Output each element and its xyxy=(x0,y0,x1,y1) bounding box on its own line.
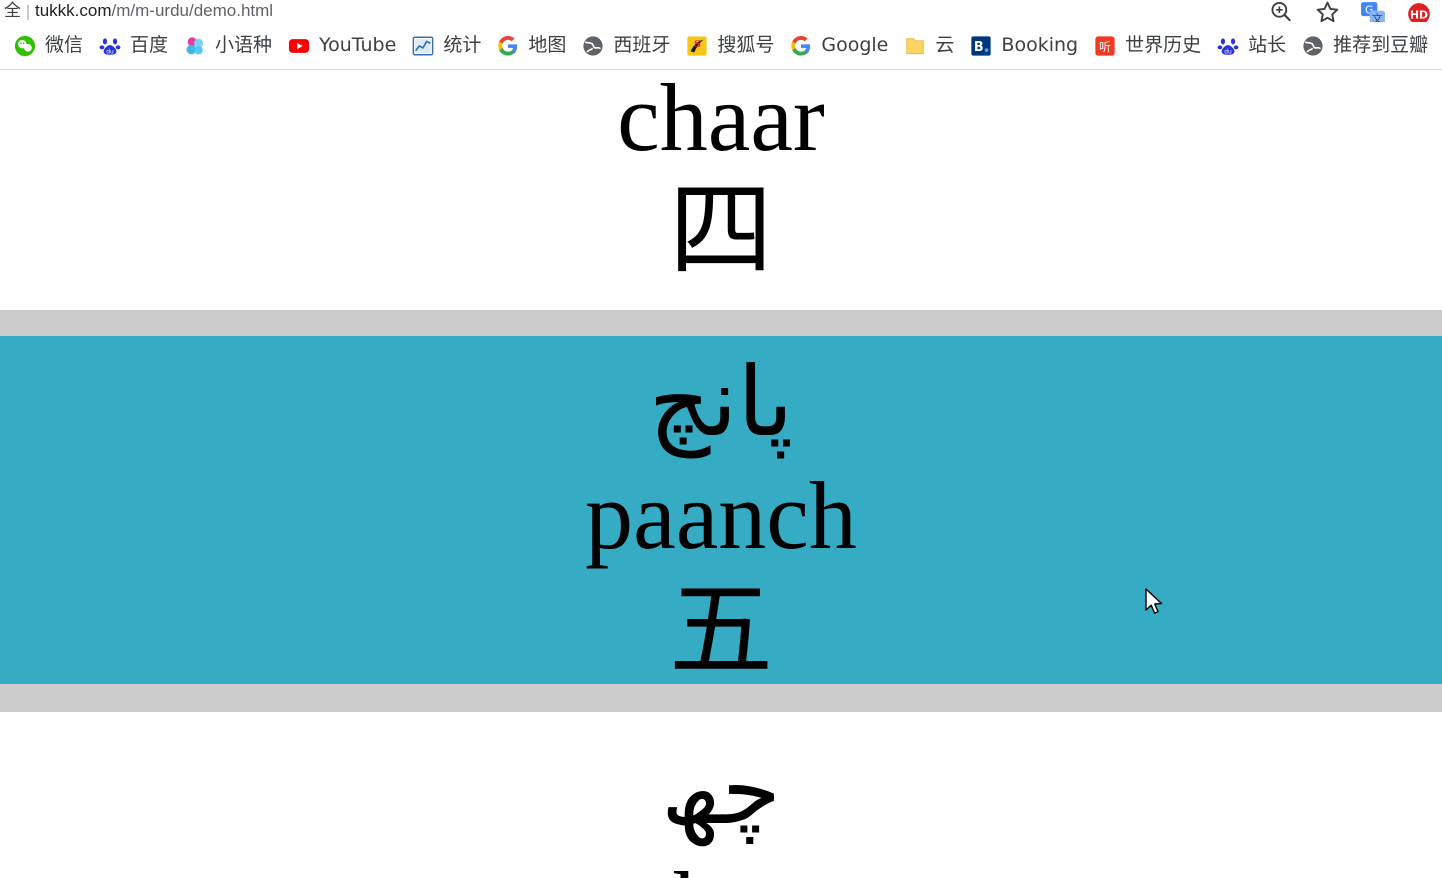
svg-text:S: S xyxy=(695,38,702,49)
baidu-icon: du xyxy=(1217,37,1239,55)
svg-text:HD: HD xyxy=(1410,8,1428,21)
bookmark-label: 西班牙 xyxy=(613,34,671,56)
bookmark-label: 云 xyxy=(935,34,955,56)
bookmark-label: 搜狐号 xyxy=(717,34,775,56)
bookmark-item[interactable]: 西班牙 xyxy=(574,31,678,61)
omnibox-left-group: 全 tukkk.com/m/m-urdu/demo.html xyxy=(0,0,273,22)
bookmark-label: 统计 xyxy=(443,34,482,56)
globe-icon xyxy=(583,35,603,56)
google-maps-icon xyxy=(498,35,518,56)
ting-icon: 听 xyxy=(1095,35,1115,56)
chinese-numeral-text: 四 xyxy=(668,169,773,291)
globe-icon xyxy=(1303,35,1323,56)
omnibox-divider xyxy=(27,5,29,20)
url-text[interactable]: tukkk.com/m/m-urdu/demo.html xyxy=(35,0,273,22)
bookmark-label: 世界历史 xyxy=(1125,34,1202,56)
bookmark-label: 百度 xyxy=(130,34,169,56)
bookmark-label: YouTube xyxy=(319,34,397,56)
toolbar-icon-group: G 文 HD xyxy=(1258,0,1442,22)
bookmark-label: 地图 xyxy=(528,34,567,56)
bookmark-item[interactable]: 推荐到豆瓣 xyxy=(1294,31,1436,61)
booking-icon: B xyxy=(971,35,992,56)
address-bar[interactable]: 全 tukkk.com/m/m-urdu/demo.html G 文 HD xyxy=(0,0,1442,22)
bookmark-item[interactable]: 听世界历史 xyxy=(1086,31,1209,61)
youtube-icon xyxy=(288,38,310,53)
svg-text:B: B xyxy=(974,40,984,55)
urdu-script-text: پانچ xyxy=(648,346,794,458)
section-divider-top xyxy=(0,310,1442,336)
word-card-chaar: chaar 四 xyxy=(0,70,1442,310)
bookmark-item[interactable]: du 站长 xyxy=(1209,31,1294,61)
bookmark-item[interactable]: 云 xyxy=(896,31,962,61)
bookmark-label: 推荐到豆瓣 xyxy=(1333,34,1429,56)
word-card-paanch: پانچ paanch 五 xyxy=(0,336,1442,684)
bookmark-label: Booking xyxy=(1001,34,1079,56)
urdu-script-text: چھ xyxy=(661,734,781,846)
romanization-text: chay xyxy=(0,858,1442,878)
permission-chip[interactable]: 全 xyxy=(4,0,21,22)
bookmark-item[interactable]: S 搜狐号 xyxy=(678,31,782,61)
chinese-numeral-text: 五 xyxy=(668,569,773,691)
word-card-chay: چھ chay xyxy=(0,712,1442,878)
chart-icon xyxy=(412,36,434,55)
sohu-icon: S xyxy=(687,35,707,56)
url-host: tukkk.com xyxy=(35,1,112,20)
zoom-icon[interactable] xyxy=(1258,0,1304,22)
svg-text:du: du xyxy=(106,48,114,55)
bookmark-item[interactable]: B Booking xyxy=(962,31,1086,61)
flower-icon xyxy=(186,36,204,54)
bookmark-item[interactable]: YouTube xyxy=(280,31,404,61)
bookmark-item[interactable]: 地图 xyxy=(489,31,574,61)
bookmark-item[interactable]: du 百度 xyxy=(91,31,176,61)
bookmark-item[interactable]: 小语种 xyxy=(176,31,280,61)
bookmark-star-icon[interactable] xyxy=(1304,0,1350,22)
hd-extension-icon[interactable]: HD xyxy=(1396,0,1442,22)
romanization-text: paanch xyxy=(585,462,857,569)
bookmark-item[interactable]: Google xyxy=(782,31,896,61)
bookmark-item[interactable]: 微信 xyxy=(6,31,91,61)
google-icon xyxy=(791,35,811,56)
bookmark-label: Google xyxy=(821,34,889,56)
bookmark-item[interactable]: 统计 xyxy=(404,31,489,61)
bookmarks-bar: 微信 du 百度 小语种 YouTube 统计 地图 西班牙 S 搜狐号 Google 云 B Booki… xyxy=(0,22,1442,70)
romanization-text: chaar xyxy=(617,70,825,171)
svg-text:du: du xyxy=(1224,48,1232,55)
page-viewport: chaar 四 پانچ paanch 五 چھ chay xyxy=(0,70,1442,878)
browser-chrome: 全 tukkk.com/m/m-urdu/demo.html G 文 HD 微信… xyxy=(0,0,1442,70)
baidu-icon: du xyxy=(99,37,121,55)
bookmark-label: 站长 xyxy=(1248,34,1287,56)
bookmark-label: 小语种 xyxy=(215,34,273,56)
url-path: /m/m-urdu/demo.html xyxy=(111,1,274,20)
svg-text:听: 听 xyxy=(1099,40,1111,54)
folder-icon xyxy=(906,37,925,54)
svg-text:文: 文 xyxy=(1372,12,1383,22)
wechat-icon xyxy=(14,35,36,56)
google-translate-icon[interactable]: G 文 xyxy=(1350,0,1396,22)
bookmark-label: 微信 xyxy=(45,34,84,56)
